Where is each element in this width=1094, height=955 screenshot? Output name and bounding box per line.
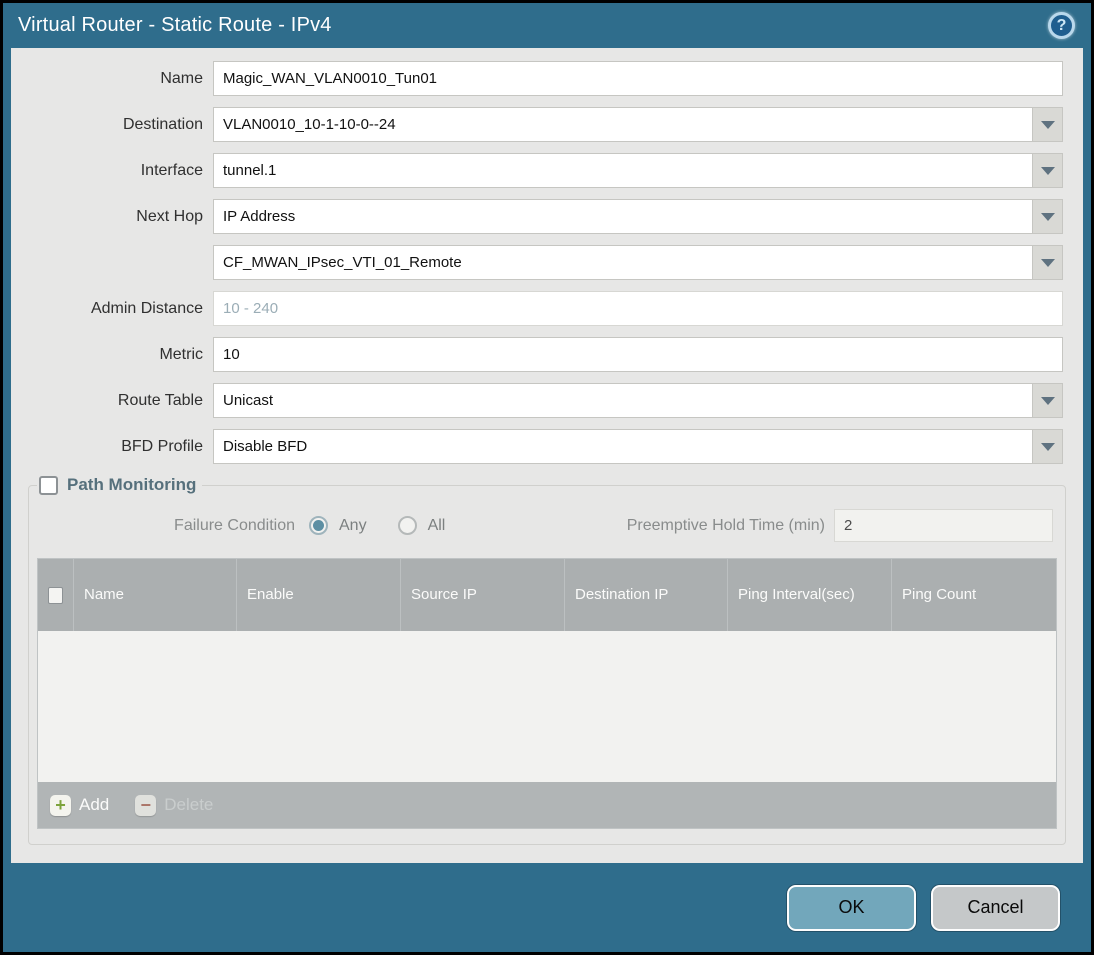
minus-icon: − (135, 794, 157, 816)
dialog-title: Virtual Router - Static Route - IPv4 (18, 14, 332, 36)
destination-value: VLAN0010_10-1-10-0--24 (223, 116, 396, 133)
destination-dropdown-button[interactable] (1032, 108, 1062, 141)
help-icon[interactable]: ? (1048, 12, 1075, 39)
metric-input[interactable] (214, 338, 1062, 371)
bfd-profile-value: Disable BFD (223, 438, 308, 455)
preemptive-hold-time-field-wrap (834, 509, 1053, 542)
admin-distance-field-wrap (213, 291, 1063, 326)
column-header-name[interactable]: Name (74, 559, 237, 631)
column-header-ping-interval[interactable]: Ping Interval(sec) (728, 559, 892, 631)
admin-distance-label: Admin Distance (90, 299, 203, 317)
next-hop-dropdown[interactable]: IP Address (213, 199, 1063, 234)
admin-distance-row: Admin Distance (11, 291, 1083, 326)
destination-label: Destination (122, 115, 203, 133)
dialog-content: Name Destination VLAN0010_10-1-10-0--24 … (11, 48, 1083, 863)
column-header-destination-ip[interactable]: Destination IP (565, 559, 728, 631)
route-table-dropdown-button[interactable] (1032, 384, 1062, 417)
next-hop-address-dropdown-button[interactable] (1032, 246, 1062, 279)
ok-button[interactable]: OK (787, 884, 916, 931)
interface-label: Interface (140, 161, 203, 179)
preemptive-hold-time-input[interactable] (835, 510, 1052, 541)
header-checkbox-cell (38, 559, 74, 631)
chevron-down-icon (1040, 166, 1055, 175)
chevron-down-icon (1040, 258, 1055, 267)
bfd-profile-dropdown-button[interactable] (1032, 430, 1062, 463)
chevron-down-icon (1040, 396, 1055, 405)
column-header-enable[interactable]: Enable (237, 559, 401, 631)
dialog-titlebar: Virtual Router - Static Route - IPv4 ? (3, 3, 1091, 48)
add-button[interactable]: + Add (50, 794, 110, 816)
table-footer-bar: + Add − Delete (38, 782, 1056, 828)
name-field-wrap (213, 61, 1063, 96)
path-monitoring-checkbox[interactable] (39, 475, 58, 495)
failure-condition-all-radio[interactable] (397, 516, 417, 535)
admin-distance-input[interactable] (214, 292, 1062, 325)
table-header-row: Name Enable Source IP Destination IP Pin… (38, 559, 1056, 631)
next-hop-address-dropdown[interactable]: CF_MWAN_IPsec_VTI_01_Remote (213, 245, 1063, 280)
next-hop-value: IP Address (223, 208, 296, 225)
failure-condition-any-radio[interactable] (309, 516, 328, 535)
failure-condition-all-label: All (427, 516, 446, 534)
chevron-down-icon (1040, 442, 1055, 451)
failure-condition-row: Failure Condition Any All Preemptive Hol… (37, 495, 1057, 558)
column-header-source-ip[interactable]: Source IP (401, 559, 565, 631)
metric-label: Metric (159, 345, 203, 363)
name-label: Name (160, 69, 203, 87)
next-hop-dropdown-button[interactable] (1032, 200, 1062, 233)
add-button-label: Add (79, 795, 110, 814)
interface-row: Interface tunnel.1 (11, 153, 1083, 188)
interface-value: tunnel.1 (223, 162, 277, 179)
chevron-down-icon (1040, 212, 1055, 221)
failure-condition-label: Failure Condition (174, 516, 295, 534)
next-hop-address-row: CF_MWAN_IPsec_VTI_01_Remote (11, 245, 1083, 280)
bfd-profile-dropdown[interactable]: Disable BFD (213, 429, 1063, 464)
destination-row: Destination VLAN0010_10-1-10-0--24 (11, 107, 1083, 142)
path-monitoring-section: Path Monitoring Failure Condition Any Al… (28, 475, 1066, 845)
route-table-value: Unicast (223, 392, 274, 409)
cancel-button[interactable]: Cancel (931, 884, 1060, 931)
name-input[interactable] (214, 62, 1062, 95)
chevron-down-icon (1040, 120, 1055, 129)
preemptive-hold-time-label: Preemptive Hold Time (min) (626, 516, 825, 534)
route-table-dropdown[interactable]: Unicast (213, 383, 1063, 418)
column-header-ping-count[interactable]: Ping Count (892, 559, 1056, 631)
bfd-profile-row: BFD Profile Disable BFD (11, 429, 1083, 464)
metric-field-wrap (213, 337, 1063, 372)
name-row: Name (11, 61, 1083, 96)
delete-button-label: Delete (164, 795, 214, 814)
next-hop-label: Next Hop (136, 207, 203, 225)
path-monitoring-table: Name Enable Source IP Destination IP Pin… (37, 558, 1057, 829)
bfd-profile-label: BFD Profile (121, 437, 203, 455)
dialog-window: Virtual Router - Static Route - IPv4 ? N… (3, 3, 1091, 952)
metric-row: Metric (11, 337, 1083, 372)
route-table-row: Route Table Unicast (11, 383, 1083, 418)
path-monitoring-legend: Path Monitoring (37, 475, 202, 495)
path-monitoring-title: Path Monitoring (67, 475, 197, 494)
route-table-label: Route Table (117, 391, 203, 409)
dialog-button-bar: OK Cancel (3, 863, 1091, 952)
interface-dropdown[interactable]: tunnel.1 (213, 153, 1063, 188)
next-hop-address-value: CF_MWAN_IPsec_VTI_01_Remote (223, 254, 462, 271)
table-body-empty (38, 631, 1056, 782)
delete-button[interactable]: − Delete (135, 794, 214, 816)
destination-dropdown[interactable]: VLAN0010_10-1-10-0--24 (213, 107, 1063, 142)
next-hop-row: Next Hop IP Address (11, 199, 1083, 234)
select-all-checkbox[interactable] (48, 586, 63, 604)
interface-dropdown-button[interactable] (1032, 154, 1062, 187)
failure-condition-any-label: Any (339, 516, 367, 534)
plus-icon: + (50, 794, 71, 816)
